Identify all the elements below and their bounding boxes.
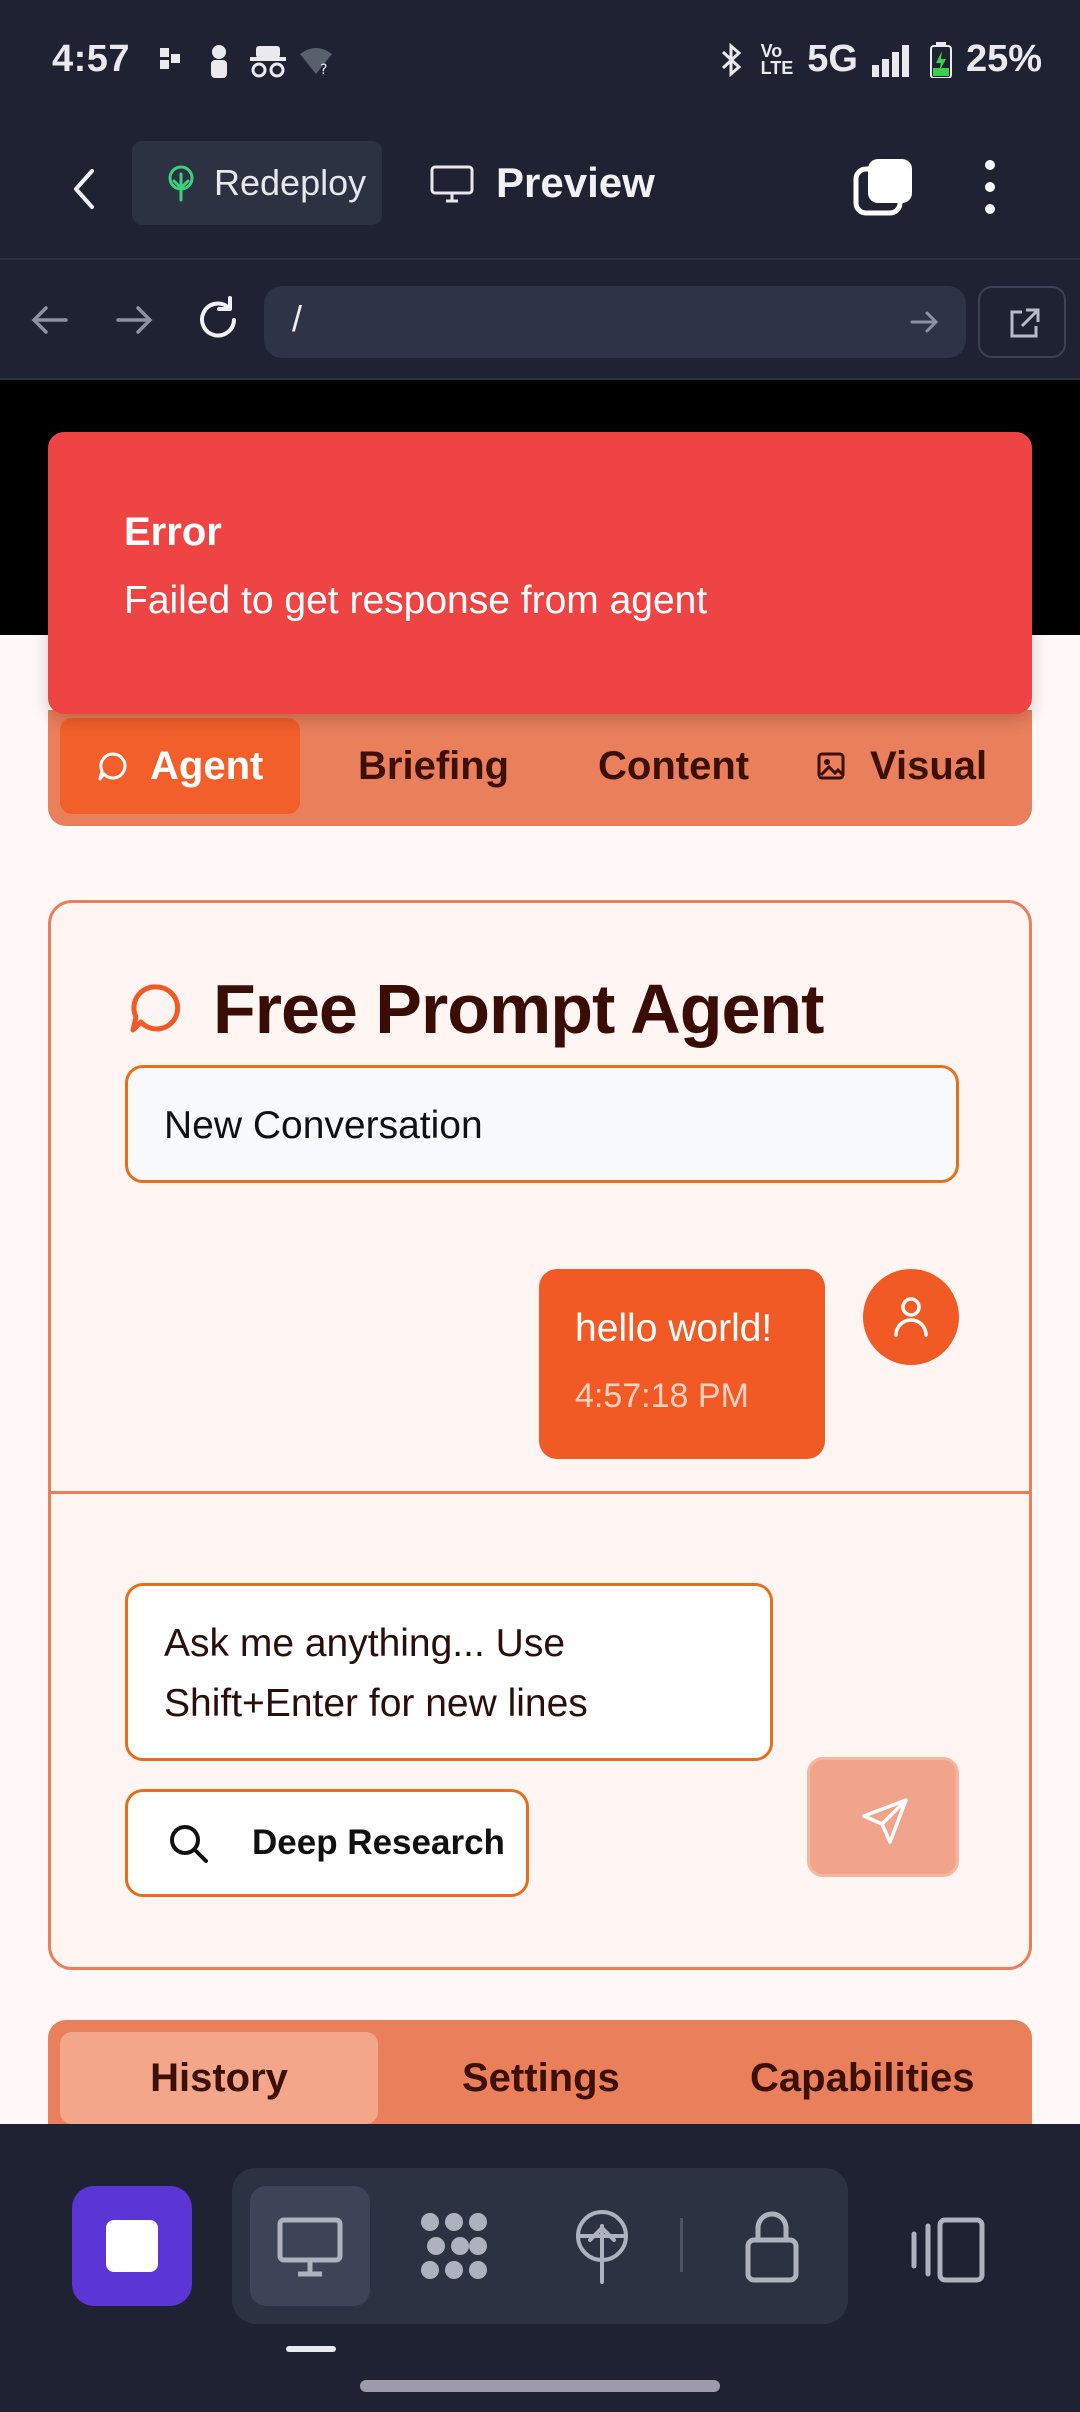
open-external-button[interactable]: [978, 286, 1066, 358]
nav-forward-icon[interactable]: [106, 292, 162, 348]
bottom-tab-bar: History Settings Capabilities: [48, 2020, 1032, 2125]
app-bar: Redeploy Preview: [0, 125, 1080, 260]
web-content: Agent Briefing Content Visual Error Fail…: [0, 380, 1080, 2125]
tabs-icon[interactable]: [852, 155, 916, 219]
person-icon: [211, 45, 227, 78]
incognito-icon: [250, 46, 286, 78]
tab-briefing[interactable]: Briefing: [358, 718, 509, 814]
refresh-icon[interactable]: [190, 292, 246, 348]
error-title: Error: [124, 510, 222, 554]
prompt-input[interactable]: Ask me anything... Use Shift+Enter for n…: [125, 1583, 773, 1761]
url-text: /: [292, 298, 303, 339]
redeploy-label: Redeploy: [214, 162, 367, 203]
tab-settings[interactable]: Settings: [462, 2032, 620, 2124]
active-indicator: [286, 2346, 336, 2352]
status-bar: 4:57 ? Vo LTE 5G 25%: [0, 0, 1080, 125]
status-time: 4:57: [52, 38, 131, 80]
tab-history[interactable]: History: [60, 2032, 378, 2124]
user-message: hello world! 4:57:18 PM: [539, 1269, 825, 1459]
preview-button[interactable]: Preview: [428, 141, 655, 225]
stop-icon: [106, 2220, 158, 2272]
gesture-bar[interactable]: [360, 2380, 720, 2392]
card-title: Free Prompt Agent: [127, 969, 824, 1049]
divider: [51, 1491, 1029, 1494]
monitor-icon: [277, 2217, 343, 2277]
tab-settings-label: Settings: [462, 2055, 620, 2100]
tab-visual[interactable]: Visual: [816, 718, 987, 814]
tab-content-label: Content: [598, 743, 750, 788]
image-icon: [817, 752, 845, 780]
tab-briefing-label: Briefing: [358, 743, 510, 788]
battery-level: 25%: [965, 38, 1042, 80]
top-tab-bar: Agent Briefing Content Visual: [48, 710, 1032, 826]
user-icon: [894, 1297, 928, 1337]
agent-card: Free Prompt Agent New Conversation hello…: [48, 900, 1032, 1970]
go-arrow-icon[interactable]: [906, 304, 942, 340]
panel-toggle-icon[interactable]: [902, 2216, 992, 2286]
dock-desktop-button[interactable]: [250, 2186, 370, 2306]
message-time: 4:57:18 PM: [575, 1377, 749, 1415]
browser-nav-bar: /: [0, 262, 1080, 380]
search-icon: [170, 1825, 208, 1863]
tree-icon: [168, 165, 194, 202]
lock-icon[interactable]: [732, 2206, 812, 2286]
wifi-question-icon: ?: [300, 48, 332, 76]
stop-button[interactable]: [72, 2186, 192, 2306]
external-link-icon: [1010, 308, 1040, 338]
agent-title: Free Prompt Agent: [213, 970, 824, 1048]
tab-capabilities[interactable]: Capabilities: [750, 2032, 975, 2124]
apps-icon[interactable]: [414, 2206, 494, 2286]
back-icon[interactable]: [62, 165, 110, 213]
svg-text:?: ?: [320, 62, 327, 76]
signal-icon: [871, 44, 909, 77]
more-vert-icon[interactable]: [972, 155, 1008, 219]
status-right: Vo LTE 5G 25%: [717, 38, 1042, 81]
redeploy-button[interactable]: Redeploy: [132, 141, 382, 225]
network-label: 5G: [807, 38, 858, 80]
deep-research-label: Deep Research: [252, 1823, 505, 1862]
bottom-dock: [0, 2124, 1080, 2412]
avatar: [863, 1269, 959, 1365]
bluetooth-icon: [721, 42, 741, 77]
dock-group: [232, 2168, 848, 2324]
dock-separator: [680, 2218, 683, 2272]
tab-capabilities-label: Capabilities: [750, 2055, 975, 2100]
chat-bubble-icon: [130, 984, 181, 1033]
message-text: hello world!: [575, 1307, 773, 1350]
send-icon: [862, 1798, 908, 1844]
preview-label: Preview: [496, 159, 655, 206]
chat-bubble-icon: [98, 752, 127, 781]
tab-visual-label: Visual: [870, 743, 988, 788]
error-toast: Error Failed to get response from agent: [48, 432, 1032, 714]
url-input[interactable]: /: [264, 286, 966, 358]
battery-icon: [929, 41, 952, 78]
send-button[interactable]: [807, 1757, 959, 1877]
tab-agent-label: Agent: [150, 743, 264, 788]
deep-research-button[interactable]: Deep Research: [125, 1789, 529, 1897]
error-message: Failed to get response from agent: [124, 579, 708, 622]
tab-agent[interactable]: Agent: [60, 718, 300, 814]
nav-back-icon[interactable]: [22, 292, 78, 348]
tab-history-label: History: [150, 2055, 288, 2100]
conversation-select[interactable]: New Conversation: [125, 1065, 959, 1183]
tab-content[interactable]: Content: [598, 718, 749, 814]
monitor-icon: [430, 165, 474, 203]
volte-icon: Vo LTE: [760, 40, 794, 78]
notification-icon: [160, 48, 180, 69]
antenna-icon[interactable]: [562, 2206, 642, 2286]
